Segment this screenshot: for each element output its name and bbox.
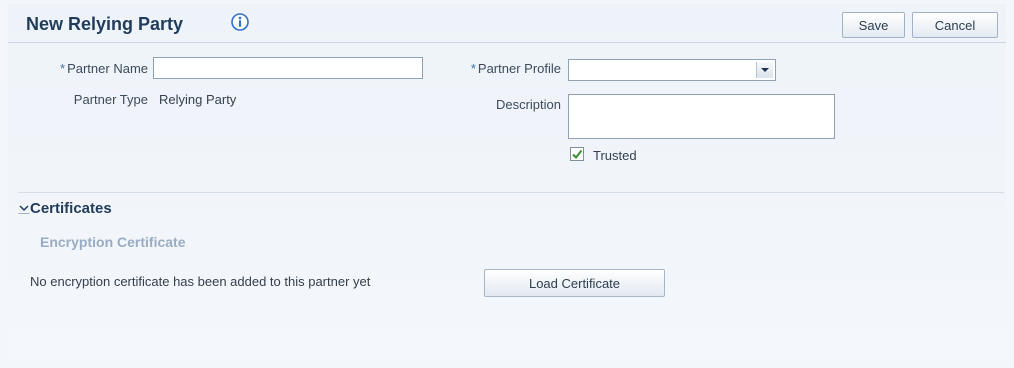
encryption-certificate-title: Encryption Certificate [40,234,186,250]
trusted-checkbox[interactable] [570,147,584,161]
trusted-label: Trusted [593,148,637,163]
description-label: Description [495,97,561,112]
partner-type-value: Relying Party [159,92,237,107]
certificates-section-title[interactable]: Certificates [30,200,112,217]
info-icon[interactable] [231,13,249,31]
partner-name-input[interactable] [153,57,423,79]
description-textarea[interactable] [568,94,835,139]
partner-profile-select[interactable] [568,59,776,81]
save-button[interactable]: Save [842,12,905,38]
page-title: New Relying Party [26,14,184,34]
required-marker: * [470,61,476,76]
panel-header: New Relying Party Save Cancel [8,4,1006,43]
cancel-button[interactable]: Cancel [912,12,998,38]
section-divider [18,192,1004,193]
partner-name-label: * Partner Name [60,61,148,76]
checkmark-icon [572,149,583,160]
disclosure-expanded-icon[interactable] [18,202,30,214]
partner-profile-label: * Partner Profile [470,61,561,76]
load-certificate-button[interactable]: Load Certificate [484,269,665,297]
partner-type-label: Partner Type [73,92,148,107]
relying-party-panel: New Relying Party Save Cancel * Partner N… [8,4,1006,362]
chevron-down-icon[interactable] [756,62,773,78]
required-marker: * [60,61,66,76]
no-certificate-message: No encryption certificate has been added… [30,274,371,289]
